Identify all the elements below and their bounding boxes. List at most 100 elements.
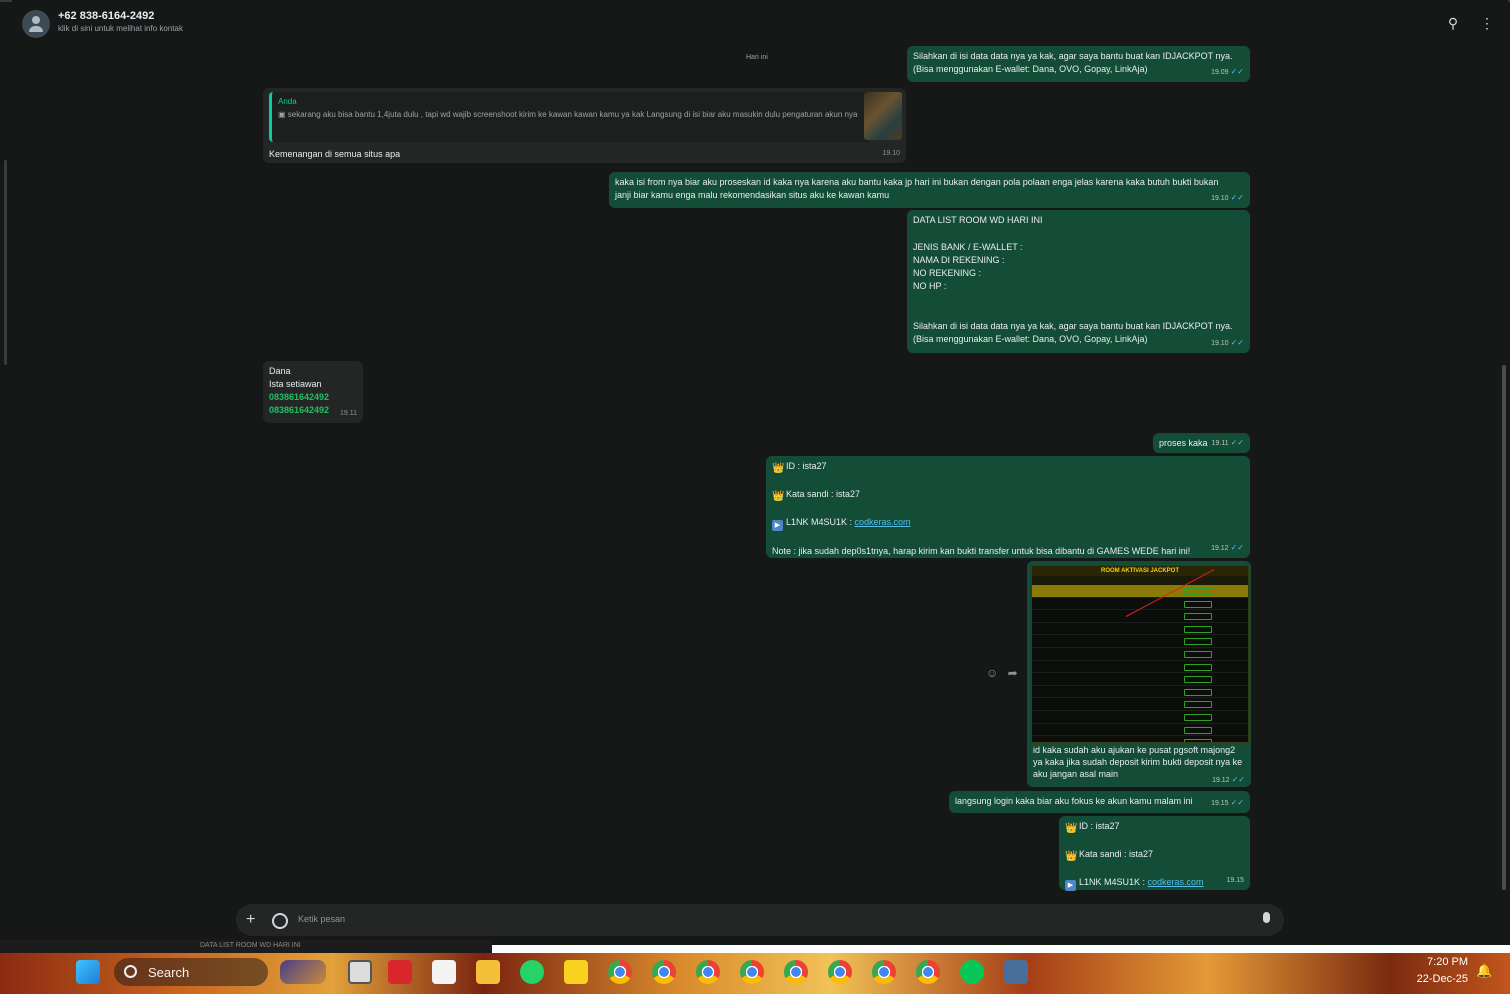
play-icon: ▶ [772, 520, 783, 531]
message-time: 19.11 ✓✓ [1211, 438, 1244, 447]
image-table-row [1032, 623, 1248, 636]
chrome-icon[interactable] [652, 960, 676, 984]
image-title: ROOM AKTIVASI JACKPOT [1032, 566, 1248, 576]
contact-info-hint[interactable]: klik di sini untuk melihat info kontak [58, 24, 183, 33]
message-line: 👑 ID : ista27 [1065, 821, 1120, 834]
message-outgoing[interactable]: 👑 ID : ista27 👑 Kata sandi : ista27 ▶ L1NK … [766, 456, 1250, 558]
search-icon [124, 965, 137, 978]
notification-bell-icon[interactable]: 🔔 [1476, 963, 1492, 979]
line-app-icon[interactable] [960, 960, 984, 984]
contact-name[interactable]: +62 838-6164-2492 [58, 10, 154, 22]
read-ticks-icon: ✓✓ [1230, 438, 1244, 447]
message-text: (Bisa menggunakan E-wallet: Dana, OVO, G… [913, 64, 1148, 74]
link-codkeras[interactable]: codkeras.com [1148, 877, 1204, 887]
message-line: (Bisa menggunakan E-wallet: Dana, OVO, G… [913, 334, 1148, 344]
message-outgoing[interactable]: langsung login kaka biar aku fokus ke ak… [949, 791, 1250, 813]
menu-icon[interactable]: ⋮ [1478, 14, 1496, 32]
phone-link[interactable]: 083861642492 [269, 391, 357, 404]
image-icon: ▣ [278, 110, 288, 119]
message-line: NAMA DI REKENING : [913, 255, 1005, 265]
crown-icon: 👑 [772, 463, 785, 474]
image-table-row [1032, 661, 1248, 674]
play-icon: ▶ [1065, 880, 1076, 891]
image-table-row [1032, 585, 1248, 598]
whatsapp-icon[interactable] [520, 960, 544, 984]
chrome-icon[interactable] [696, 960, 720, 984]
message-outgoing[interactable]: 👑 ID : ista27 👑 Kata sandi : ista27 ▶ L1NK … [1059, 816, 1250, 891]
message-line: Ista setiawan [269, 379, 322, 389]
read-ticks-icon: ✓✓ [1230, 67, 1244, 76]
message-outgoing[interactable]: Silahkan di isi data data nya ya kak, ag… [907, 46, 1250, 82]
wps-office-icon[interactable] [388, 960, 412, 984]
screenshot-image[interactable]: ROOM AKTIVASI JACKPOT [1031, 565, 1249, 743]
read-ticks-icon: ✓✓ [1231, 775, 1245, 784]
widgets-icon[interactable] [280, 960, 326, 984]
windows-start-icon[interactable] [76, 960, 100, 984]
microphone-icon[interactable] [1263, 912, 1270, 923]
message-outgoing[interactable]: proses kaka 19.11 ✓✓ [1153, 433, 1250, 453]
emoji-icon[interactable] [272, 913, 288, 929]
react-emoji-icon[interactable]: ☺ [986, 666, 998, 680]
read-ticks-icon: ✓✓ [1230, 798, 1244, 807]
message-actions[interactable]: ☺ ➦ [986, 666, 1018, 680]
message-time: 19.10 ✓✓ [1211, 338, 1244, 347]
sticky-notes-icon[interactable] [564, 960, 588, 984]
message-time: 19.10 ✓✓ [1211, 193, 1244, 202]
read-ticks-icon: ✓✓ [1230, 338, 1244, 347]
background-window-strip: DATA LIST ROOM WD HARI INI [0, 940, 492, 953]
message-time: 19.12 ✓✓ [1211, 543, 1244, 552]
message-time: 19.15 ✓✓ [1211, 798, 1244, 807]
left-scrollbar[interactable] [4, 160, 7, 365]
chrome-icon[interactable] [872, 960, 896, 984]
quoted-message[interactable]: Anda ▣ sekarang aku bisa bantu 1,4juta d… [269, 92, 870, 142]
chrome-icon[interactable] [916, 960, 940, 984]
image-table-row [1032, 686, 1248, 699]
quote-thumbnail[interactable] [864, 92, 902, 140]
message-incoming[interactable]: Anda ▣ sekarang aku bisa bantu 1,4juta d… [263, 88, 906, 163]
chat-area [12, 42, 1502, 900]
avatar[interactable] [22, 10, 50, 38]
image-table-row [1032, 698, 1248, 711]
clock-date[interactable]: 22-Dec-25 [1404, 973, 1468, 985]
message-incoming[interactable]: Dana Ista setiawan 083861642492 08386164… [263, 361, 363, 423]
message-line: 👑 Kata sandi : ista27 [1065, 849, 1154, 862]
link-codkeras[interactable]: codkeras.com [855, 517, 911, 527]
message-line: NO REKENING : [913, 268, 982, 278]
day-chip: Hari ini [740, 52, 774, 63]
search-label: Search [148, 965, 190, 980]
chrome-icon[interactable] [828, 960, 852, 984]
chrome-icon[interactable] [740, 960, 764, 984]
clock-time[interactable]: 7:20 PM [1418, 956, 1468, 968]
message-text: kaka isi from nya biar aku proseskan id … [615, 177, 1219, 200]
chat-header[interactable]: +62 838-6164-2492 klik di sini untuk mel… [12, 4, 1508, 42]
attach-plus-icon[interactable]: + [246, 911, 255, 929]
strip-text: DATA LIST ROOM WD HARI INI [200, 942, 301, 949]
message-time: 19.09 ✓✓ [1211, 67, 1244, 76]
message-outgoing-image[interactable]: ROOM AKTIVASI JACKPOT id kaka sudah aku … [1027, 561, 1251, 787]
app-icon[interactable] [1004, 960, 1028, 984]
message-line: Dana [269, 366, 291, 376]
chrome-icon[interactable] [608, 960, 632, 984]
forward-icon[interactable]: ➦ [1008, 666, 1018, 680]
message-line: JENIS BANK / E-WALLET : [913, 242, 1023, 252]
message-outgoing[interactable]: DATA LIST ROOM WD HARI INI JENIS BANK / … [907, 210, 1250, 353]
quote-author: Anda [278, 97, 297, 106]
message-time: 19.15 [1226, 877, 1244, 884]
message-line: ▶ L1NK M4SU1K : codkeras.com [772, 516, 1244, 531]
search-icon[interactable]: ⚲ [1444, 14, 1462, 32]
message-time: 19.12 ✓✓ [1212, 775, 1245, 784]
taskbar-search[interactable]: Search [114, 958, 268, 986]
message-input[interactable]: Ketik pesan [298, 914, 345, 924]
message-outgoing[interactable]: kaka isi from nya biar aku proseskan id … [609, 172, 1250, 208]
message-time: 19.11 [340, 410, 357, 417]
chat-scrollbar[interactable] [1502, 365, 1506, 890]
chrome-icon[interactable] [784, 960, 808, 984]
file-explorer-icon[interactable] [476, 960, 500, 984]
message-line: Silahkan di isi data data nya ya kak, ag… [913, 321, 1233, 331]
message-line: 👑 ID : ista27 [772, 461, 827, 474]
image-table-row [1032, 736, 1248, 742]
text-editor-icon[interactable] [432, 960, 456, 984]
task-view-icon[interactable] [348, 960, 372, 984]
message-composer[interactable]: + Ketik pesan [236, 904, 1284, 936]
message-line: ▶ L1NK M4SU1K : codkeras.com [1065, 876, 1244, 891]
